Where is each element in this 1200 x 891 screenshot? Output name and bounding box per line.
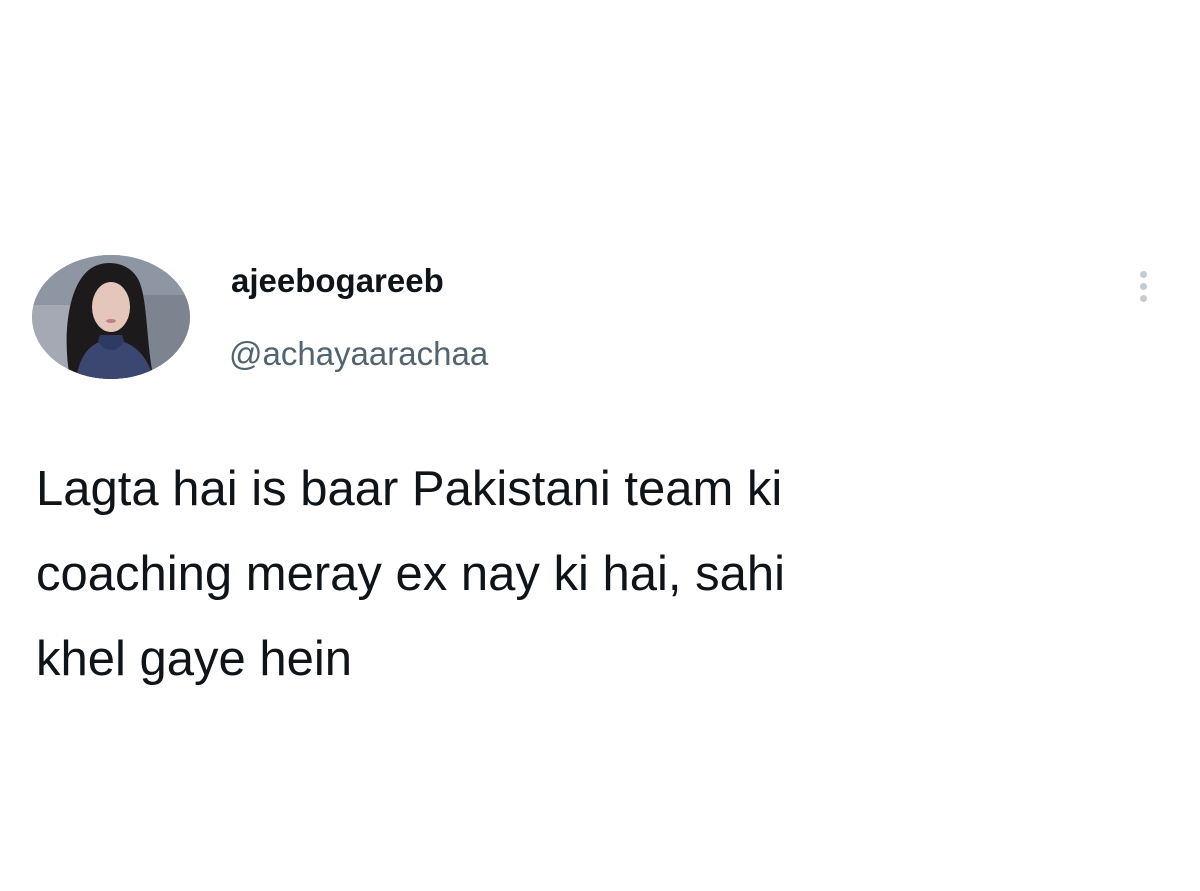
more-vertical-icon: [1139, 282, 1147, 290]
tweet-text-line: coaching meray ex nay ki hai, sahi: [36, 547, 785, 601]
avatar-photo: [32, 255, 190, 379]
tweet-text-line: khel gaye hein: [36, 632, 353, 686]
tweet-text: Lagta hai is baar Pakistani team ki coac…: [36, 447, 1136, 702]
display-name[interactable]: ajeebogareeb: [231, 262, 444, 300]
more-vertical-icon: [1139, 270, 1147, 278]
more-options-button[interactable]: [1128, 262, 1158, 310]
tweet-card: ajeebogareeb @achayaarachaa Lagta hai is…: [0, 0, 1200, 891]
user-handle[interactable]: @achayaarachaa: [229, 335, 488, 373]
more-vertical-icon: [1139, 294, 1147, 302]
avatar[interactable]: [32, 255, 190, 379]
tweet-text-line: Lagta hai is baar Pakistani team ki: [36, 462, 783, 516]
